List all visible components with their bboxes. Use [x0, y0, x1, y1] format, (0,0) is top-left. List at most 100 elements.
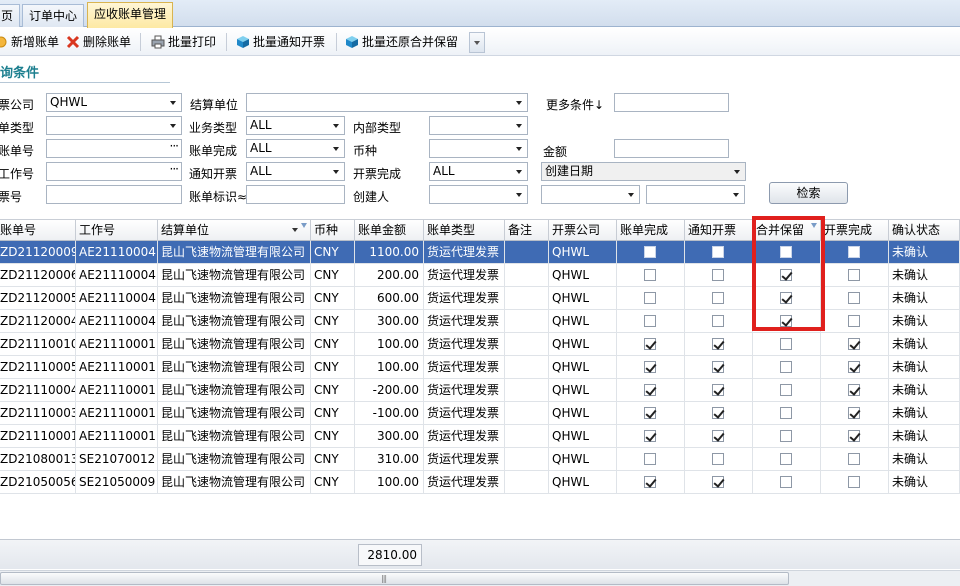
batch-restore-merge-button[interactable]: 批量还原合并保留: [345, 32, 458, 52]
tab-home[interactable]: 页: [0, 4, 21, 27]
column-header-bill-no[interactable]: 账单号: [0, 220, 76, 241]
billing-company-select[interactable]: QHWL: [46, 93, 182, 112]
column-header-work-no[interactable]: 工作号: [76, 220, 158, 241]
search-button[interactable]: 检索: [769, 182, 848, 204]
bill-done-checkbox[interactable]: [644, 384, 656, 396]
merge-keep-checkbox[interactable]: [780, 384, 792, 396]
merge-keep-checkbox[interactable]: [780, 315, 792, 327]
column-header-confirm-status[interactable]: 确认状态: [889, 220, 960, 241]
notify-invoice-checkbox[interactable]: [712, 476, 724, 488]
table-row[interactable]: ZD21050056 SE21050009 昆山飞速物流管理有限公司 CNY 100.0…: [0, 471, 960, 494]
merge-keep-checkbox[interactable]: [780, 476, 792, 488]
bill-done-checkbox[interactable]: [644, 407, 656, 419]
invoice-done-checkbox[interactable]: [848, 476, 860, 488]
notify-invoice-checkbox[interactable]: [712, 338, 724, 350]
invoice-done-checkbox[interactable]: [848, 269, 860, 281]
column-header-notify-invoice[interactable]: 通知开票: [685, 220, 753, 241]
column-header-currency[interactable]: 币种: [311, 220, 355, 241]
table-row[interactable]: ZD21110003 AE21110001 昆山飞速物流管理有限公司 CNY -100.…: [0, 402, 960, 425]
table-row[interactable]: ZD21120006 AE21110004 昆山飞速物流管理有限公司 CNY 200.0…: [0, 264, 960, 287]
notify-invoice-select[interactable]: ALL: [246, 162, 345, 181]
merge-keep-checkbox[interactable]: [780, 453, 792, 465]
merge-keep-checkbox[interactable]: [780, 269, 792, 281]
batch-print-button[interactable]: 批量打印: [151, 32, 216, 52]
invoice-done-checkbox[interactable]: [848, 384, 860, 396]
invoice-done-checkbox[interactable]: [848, 338, 860, 350]
filter-icon[interactable]: [811, 223, 817, 228]
column-header-bill-done[interactable]: 账单完成: [617, 220, 685, 241]
more-conditions-input[interactable]: [614, 93, 729, 112]
notify-invoice-checkbox[interactable]: [712, 292, 724, 304]
column-header-invoice-done[interactable]: 开票完成: [821, 220, 889, 241]
notify-invoice-checkbox[interactable]: [712, 269, 724, 281]
more-conditions-link[interactable]: 更多条件↓: [546, 96, 604, 113]
invoice-no-input[interactable]: [46, 185, 182, 204]
notify-invoice-checkbox[interactable]: [712, 430, 724, 442]
column-header-bill-type[interactable]: 账单类型: [424, 220, 505, 241]
bill-done-checkbox[interactable]: [644, 246, 656, 258]
add-bill-button[interactable]: 新增账单: [0, 32, 59, 52]
toolbar-overflow-button[interactable]: [469, 32, 485, 53]
settle-unit-select[interactable]: [246, 93, 528, 112]
invoice-done-checkbox[interactable]: [848, 430, 860, 442]
invoice-done-checkbox[interactable]: [848, 315, 860, 327]
date-field-select[interactable]: 创建日期: [541, 162, 746, 181]
notify-invoice-checkbox[interactable]: [712, 384, 724, 396]
table-row[interactable]: ZD21110004 AE21110001 昆山飞速物流管理有限公司 CNY -200.…: [0, 379, 960, 402]
work-no-input[interactable]: ···: [46, 162, 182, 181]
merge-keep-checkbox[interactable]: [780, 246, 792, 258]
merge-keep-checkbox[interactable]: [780, 430, 792, 442]
biz-type-select[interactable]: ALL: [246, 116, 345, 135]
date-to-picker[interactable]: [646, 185, 745, 204]
table-row[interactable]: ZD21120009 AE21110004 昆山飞速物流管理有限公司 CNY 1100.…: [0, 241, 960, 264]
merge-keep-checkbox[interactable]: [780, 338, 792, 350]
table-row[interactable]: ZD21110005 AE21110001 昆山飞速物流管理有限公司 CNY 100.0…: [0, 356, 960, 379]
merge-keep-checkbox[interactable]: [780, 407, 792, 419]
date-from-picker[interactable]: [541, 185, 640, 204]
amount-input[interactable]: [614, 139, 729, 158]
bill-done-checkbox[interactable]: [644, 338, 656, 350]
bill-done-checkbox[interactable]: [644, 269, 656, 281]
bill-done-checkbox[interactable]: [644, 292, 656, 304]
merge-keep-checkbox[interactable]: [780, 292, 792, 304]
table-row[interactable]: ZD21080013 SE21070012 昆山飞速物流管理有限公司 CNY 310.0…: [0, 448, 960, 471]
bill-done-checkbox[interactable]: [644, 453, 656, 465]
invoice-done-checkbox[interactable]: [848, 361, 860, 373]
tab-receivable-bills[interactable]: 应收账单管理: [87, 2, 174, 28]
filter-icon[interactable]: [301, 223, 307, 228]
sort-arrow-icon[interactable]: [292, 228, 298, 232]
creator-select[interactable]: [429, 185, 528, 204]
scrollbar-thumb[interactable]: [0, 572, 789, 585]
bill-flag-input[interactable]: [246, 185, 345, 204]
invoice-done-checkbox[interactable]: [848, 246, 860, 258]
bill-done-checkbox[interactable]: [644, 361, 656, 373]
batch-notify-invoice-button[interactable]: 批量通知开票: [236, 32, 325, 52]
ellipsis-icon[interactable]: ···: [170, 140, 180, 155]
bill-done-checkbox[interactable]: [644, 476, 656, 488]
invoice-done-checkbox[interactable]: [848, 453, 860, 465]
bill-no-input[interactable]: ···: [46, 139, 182, 158]
bill-done-checkbox[interactable]: [644, 430, 656, 442]
delete-bill-button[interactable]: 删除账单: [66, 32, 131, 52]
tab-order-center[interactable]: 订单中心: [22, 4, 85, 27]
column-header-bill-amount[interactable]: 账单金额: [355, 220, 424, 241]
bill-done-checkbox[interactable]: [644, 315, 656, 327]
table-row[interactable]: ZD21110001 AE21110001 昆山飞速物流管理有限公司 CNY 300.0…: [0, 425, 960, 448]
bill-done-select[interactable]: ALL: [246, 139, 345, 158]
bill-type-select[interactable]: [46, 116, 182, 135]
currency-select[interactable]: [429, 139, 528, 158]
notify-invoice-checkbox[interactable]: [712, 407, 724, 419]
invoice-done-checkbox[interactable]: [848, 292, 860, 304]
table-row[interactable]: ZD21110010 AE21110001 昆山飞速物流管理有限公司 CNY 100.0…: [0, 333, 960, 356]
inner-type-select[interactable]: [429, 116, 528, 135]
column-header-invoice-company[interactable]: 开票公司: [549, 220, 617, 241]
invoice-done-select[interactable]: ALL: [429, 162, 528, 181]
column-header-settle-unit[interactable]: 结算单位: [158, 220, 311, 241]
table-row[interactable]: ZD21120005 AE21110004 昆山飞速物流管理有限公司 CNY 600.0…: [0, 287, 960, 310]
column-header-merge-keep[interactable]: 合并保留: [753, 220, 821, 241]
merge-keep-checkbox[interactable]: [780, 361, 792, 373]
notify-invoice-checkbox[interactable]: [712, 246, 724, 258]
notify-invoice-checkbox[interactable]: [712, 315, 724, 327]
notify-invoice-checkbox[interactable]: [712, 453, 724, 465]
table-row[interactable]: ZD21120004 AE21110004 昆山飞速物流管理有限公司 CNY 300.0…: [0, 310, 960, 333]
